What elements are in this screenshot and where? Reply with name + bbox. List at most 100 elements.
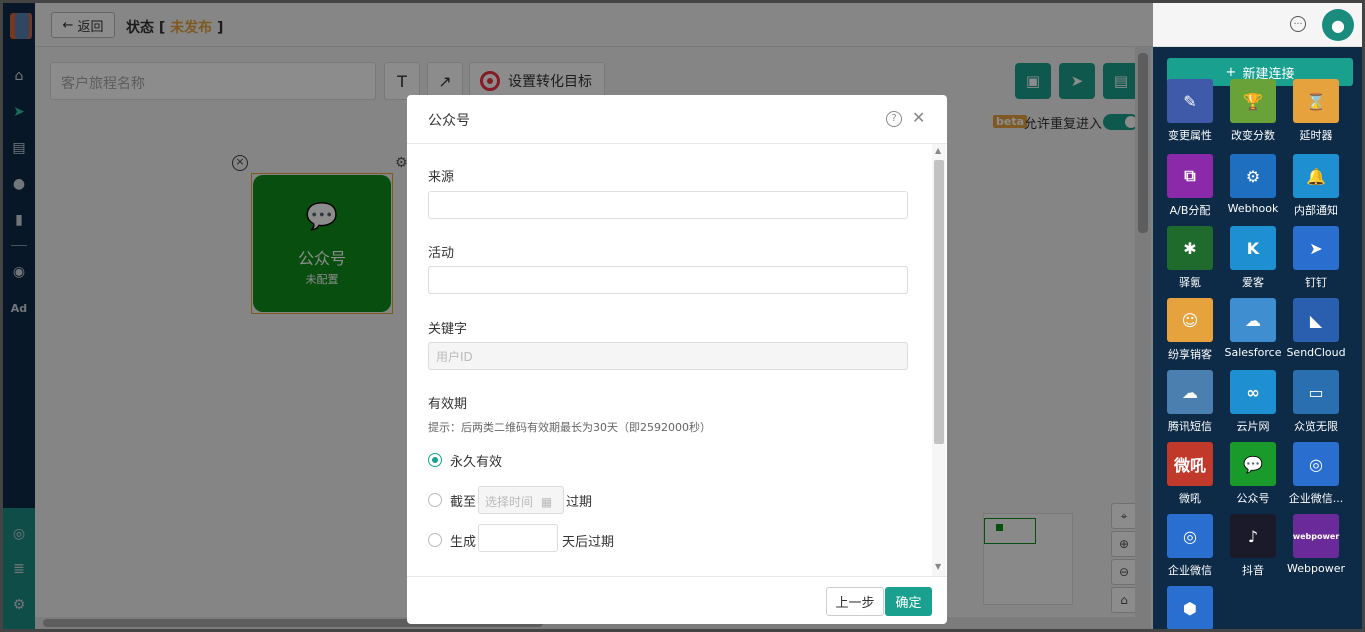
- radio-days[interactable]: [428, 533, 442, 547]
- connector-tile[interactable]: ☁ 腾讯短信: [1166, 370, 1214, 434]
- connector-tile[interactable]: ⌛ 延时器: [1292, 79, 1340, 143]
- wecom-icon: ◎: [1293, 442, 1339, 486]
- connector-label: 钉钉: [1305, 276, 1327, 289]
- validity-label: 有效期: [428, 397, 468, 412]
- vhall-icon: 微吼: [1167, 442, 1213, 486]
- days-prefix: 生成: [450, 535, 477, 550]
- connector-label: Webpower: [1287, 562, 1345, 575]
- aike-icon: K: [1230, 226, 1276, 270]
- connector-label: 驿氪: [1179, 276, 1201, 289]
- connector-tile[interactable]: ⧉ A/B分配: [1166, 154, 1214, 218]
- zhonglan-icon: ▭: [1293, 370, 1339, 414]
- radio-until[interactable]: [428, 493, 442, 507]
- days-input[interactable]: [478, 524, 558, 552]
- app-window: ⌂ ➤ ▤ ● ▮ ◉ Ad ◎ ≣ ⚙ ← 返回 状态 [ 未发布 ] … ●…: [0, 0, 1365, 632]
- connector-tile[interactable]: webpower Webpower: [1287, 514, 1345, 575]
- dialog-body: 来源 活动 关键字 用户ID 有效期 提示：后两类二维码有效期最长为30天（即2…: [407, 144, 947, 576]
- confirm-button[interactable]: 确定: [885, 587, 932, 616]
- scroll-down-icon[interactable]: ▼: [935, 562, 941, 571]
- days-suffix: 天后过期: [562, 535, 615, 550]
- connector-label: 企业微信...: [1288, 492, 1344, 505]
- connector-label: 公众号: [1236, 492, 1270, 505]
- connection-panel: + 新建连接 ✎ 变更属性 🏆 改变分数 ⌛ 延时器 ⧉ A/B分配 ⚙ Webhook 🔔 内部通知…: [1153, 47, 1362, 629]
- douyin-icon: ♪: [1230, 514, 1276, 558]
- dialog-title: 公众号: [428, 113, 470, 129]
- scroll-up-icon[interactable]: ▲: [935, 146, 941, 155]
- connector-label: 内部通知: [1294, 204, 1338, 217]
- validity-hint: 提示：后两类二维码有效期最长为30天（即2592000秒）: [428, 421, 711, 434]
- connector-tile[interactable]: ⚙ Webhook: [1228, 154, 1278, 215]
- keyword-input[interactable]: 用户ID: [428, 342, 908, 370]
- connector-tile[interactable]: ∞ 云片网: [1229, 370, 1277, 434]
- message-icon[interactable]: …: [1290, 16, 1306, 32]
- connector-tile[interactable]: ◎ 企业微信: [1166, 514, 1214, 578]
- connector-label: SendCloud: [1286, 346, 1346, 359]
- connector-tile[interactable]: 💬 公众号: [1229, 442, 1277, 506]
- connector-label: 变更属性: [1168, 129, 1212, 142]
- dialog-header: 公众号 ? ✕: [407, 95, 947, 144]
- wecom-icon: ◎: [1167, 514, 1213, 558]
- connector-tile[interactable]: ✎ 变更属性: [1166, 79, 1214, 143]
- connector-label: 纷享销客: [1168, 348, 1212, 361]
- salesforce-icon: ☁: [1230, 298, 1276, 342]
- connector-tile[interactable]: ▭ 众览无限: [1292, 370, 1340, 434]
- fxiaoke-icon: ☺: [1167, 298, 1213, 342]
- dialog-scrollbar[interactable]: ▲ ▼: [932, 144, 946, 576]
- connector-label: 云片网: [1236, 420, 1270, 433]
- plus-icon: +: [1225, 64, 1237, 80]
- connector-tile[interactable]: ⬢: [1166, 586, 1214, 629]
- close-icon[interactable]: ✕: [912, 108, 925, 127]
- connector-label: 腾讯短信: [1168, 420, 1212, 433]
- connector-label: 企业微信: [1168, 564, 1212, 577]
- connector-tile[interactable]: ☁ Salesforce: [1225, 298, 1281, 359]
- connector-tile[interactable]: ☺ 纷享销客: [1166, 298, 1214, 362]
- until-suffix: 过期: [566, 495, 593, 510]
- connector-label: 改变分数: [1231, 129, 1275, 142]
- connector-label: 爱客: [1242, 276, 1264, 289]
- expiry-date-picker[interactable]: 选择时间 ▦: [478, 486, 564, 514]
- connector-tile[interactable]: K 爱客: [1229, 226, 1277, 290]
- connector-tile[interactable]: 微吼 微吼: [1166, 442, 1214, 506]
- connector-tile[interactable]: ➤ 钉钉: [1292, 226, 1340, 290]
- connector-label: A/B分配: [1169, 204, 1211, 217]
- prev-step-button[interactable]: 上一步: [826, 587, 884, 616]
- webhook-icon: ⚙: [1230, 154, 1276, 198]
- wechat-config-dialog: 公众号 ? ✕ 来源 活动 关键字 用户ID 有效期 提示：后两类二维码有效期最…: [407, 95, 947, 624]
- sendcloud-icon: ◣: [1293, 298, 1339, 342]
- trophy-icon: 🏆: [1230, 79, 1276, 123]
- connector-tile[interactable]: ✱ 驿氪: [1166, 226, 1214, 290]
- until-prefix: 截至: [450, 495, 477, 510]
- date-placeholder: 选择时间: [485, 495, 534, 509]
- connector-tile[interactable]: ♪ 抖音: [1229, 514, 1277, 578]
- radio-permanent[interactable]: [428, 453, 442, 467]
- avatar[interactable]: ●: [1322, 9, 1354, 41]
- connector-label: 抖音: [1242, 564, 1264, 577]
- dingtalk-icon: ➤: [1293, 226, 1339, 270]
- ab-split-icon: ⧉: [1167, 154, 1213, 198]
- source-select[interactable]: [428, 191, 908, 219]
- activity-select[interactable]: [428, 266, 908, 294]
- connector-label: 微吼: [1179, 492, 1201, 505]
- edit-icon: ✎: [1167, 79, 1213, 123]
- wechat-icon: 💬: [1230, 442, 1276, 486]
- connector-label: 延时器: [1299, 129, 1333, 142]
- connector-tile[interactable]: ◎ 企业微信...: [1289, 442, 1343, 506]
- connector-label: Salesforce: [1224, 346, 1282, 359]
- bell-icon: 🔔: [1293, 154, 1339, 198]
- connector-label: Webhook: [1227, 202, 1279, 215]
- webpower-icon: webpower: [1293, 514, 1339, 558]
- help-icon[interactable]: ?: [886, 111, 902, 127]
- permanent-label: 永久有效: [450, 455, 503, 470]
- connector-label: 众览无限: [1294, 420, 1338, 433]
- hexagon-icon: ⬢: [1167, 586, 1213, 629]
- tencent-sms-icon: ☁: [1167, 370, 1213, 414]
- yunpian-icon: ∞: [1230, 370, 1276, 414]
- dialog-footer: 上一步 确定: [407, 576, 947, 624]
- source-label: 来源: [428, 170, 455, 185]
- keyword-label: 关键字: [428, 322, 468, 337]
- hourglass-icon: ⌛: [1293, 79, 1339, 123]
- connector-tile[interactable]: 🔔 内部通知: [1292, 154, 1340, 218]
- connector-tile[interactable]: 🏆 改变分数: [1229, 79, 1277, 143]
- calendar-icon: ▦: [540, 495, 553, 509]
- connector-tile[interactable]: ◣ SendCloud: [1286, 298, 1346, 359]
